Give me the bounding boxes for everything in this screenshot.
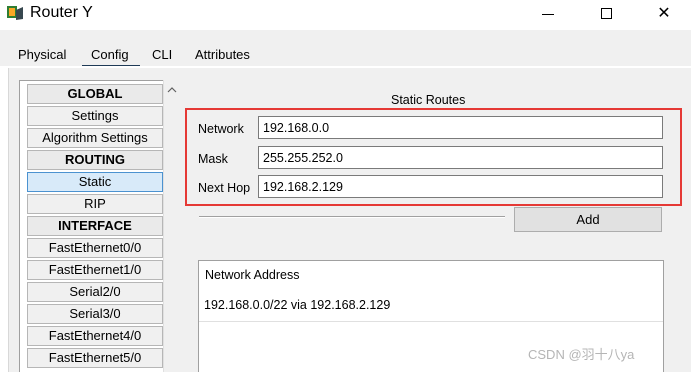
list-item[interactable]: 192.168.0.0/22 via 192.168.2.129 <box>204 298 390 312</box>
sidebar-header-routing: ROUTING <box>27 150 163 170</box>
sidebar-scrollbar[interactable] <box>163 80 180 372</box>
tab-cli[interactable]: CLI <box>152 47 172 62</box>
network-label: Network <box>198 122 244 136</box>
watermark: CSDN @羽十八ya <box>528 347 635 362</box>
route-list-header: Network Address <box>205 268 300 282</box>
sidebar-item-fastethernet4-0[interactable]: FastEthernet4/0 <box>27 326 163 346</box>
next-hop-field[interactable] <box>258 175 663 198</box>
maximize-icon <box>600 7 612 19</box>
static-routes-title: Static Routes <box>391 93 466 107</box>
config-panel: GLOBAL Settings Algorithm Settings ROUTI… <box>8 68 691 372</box>
mask-label: Mask <box>198 152 228 166</box>
tab-physical[interactable]: Physical <box>18 47 66 62</box>
sidebar-item-algorithm-settings[interactable]: Algorithm Settings <box>27 128 163 148</box>
next-hop-label: Next Hop <box>198 181 251 195</box>
chevron-up-icon[interactable] <box>164 82 180 98</box>
window-title: Router Y <box>30 4 93 21</box>
sidebar-item-rip[interactable]: RIP <box>27 194 163 214</box>
sidebar-header-global: GLOBAL <box>27 84 163 104</box>
config-sidebar: GLOBAL Settings Algorithm Settings ROUTI… <box>19 80 169 372</box>
sidebar-item-serial3-0[interactable]: Serial3/0 <box>27 304 163 324</box>
sidebar-header-interface: INTERFACE <box>27 216 163 236</box>
mask-field[interactable] <box>258 146 663 169</box>
sidebar-item-static[interactable]: Static <box>27 172 163 192</box>
close-icon: ✕ <box>657 5 671 22</box>
title-bar: Router Y ✕ <box>0 0 691 30</box>
sidebar-item-serial2-0[interactable]: Serial2/0 <box>27 282 163 302</box>
tab-config[interactable]: Config <box>91 47 129 62</box>
minimize-button[interactable] <box>526 0 570 26</box>
minimize-icon <box>542 13 554 15</box>
sidebar-item-settings[interactable]: Settings <box>27 106 163 126</box>
router-app-icon <box>6 4 24 22</box>
route-list-separator <box>199 321 663 322</box>
divider <box>199 216 505 218</box>
maximize-button[interactable] <box>584 0 628 26</box>
tab-bar: Physical Config CLI Attributes <box>0 30 691 68</box>
tab-attributes[interactable]: Attributes <box>195 47 250 62</box>
sidebar-item-fastethernet5-0[interactable]: FastEthernet5/0 <box>27 348 163 368</box>
add-button[interactable]: Add <box>514 207 662 232</box>
sidebar-item-fastethernet0-0[interactable]: FastEthernet0/0 <box>27 238 163 258</box>
close-button[interactable]: ✕ <box>642 0 686 26</box>
sidebar-item-fastethernet1-0[interactable]: FastEthernet1/0 <box>27 260 163 280</box>
network-field[interactable] <box>258 116 663 139</box>
